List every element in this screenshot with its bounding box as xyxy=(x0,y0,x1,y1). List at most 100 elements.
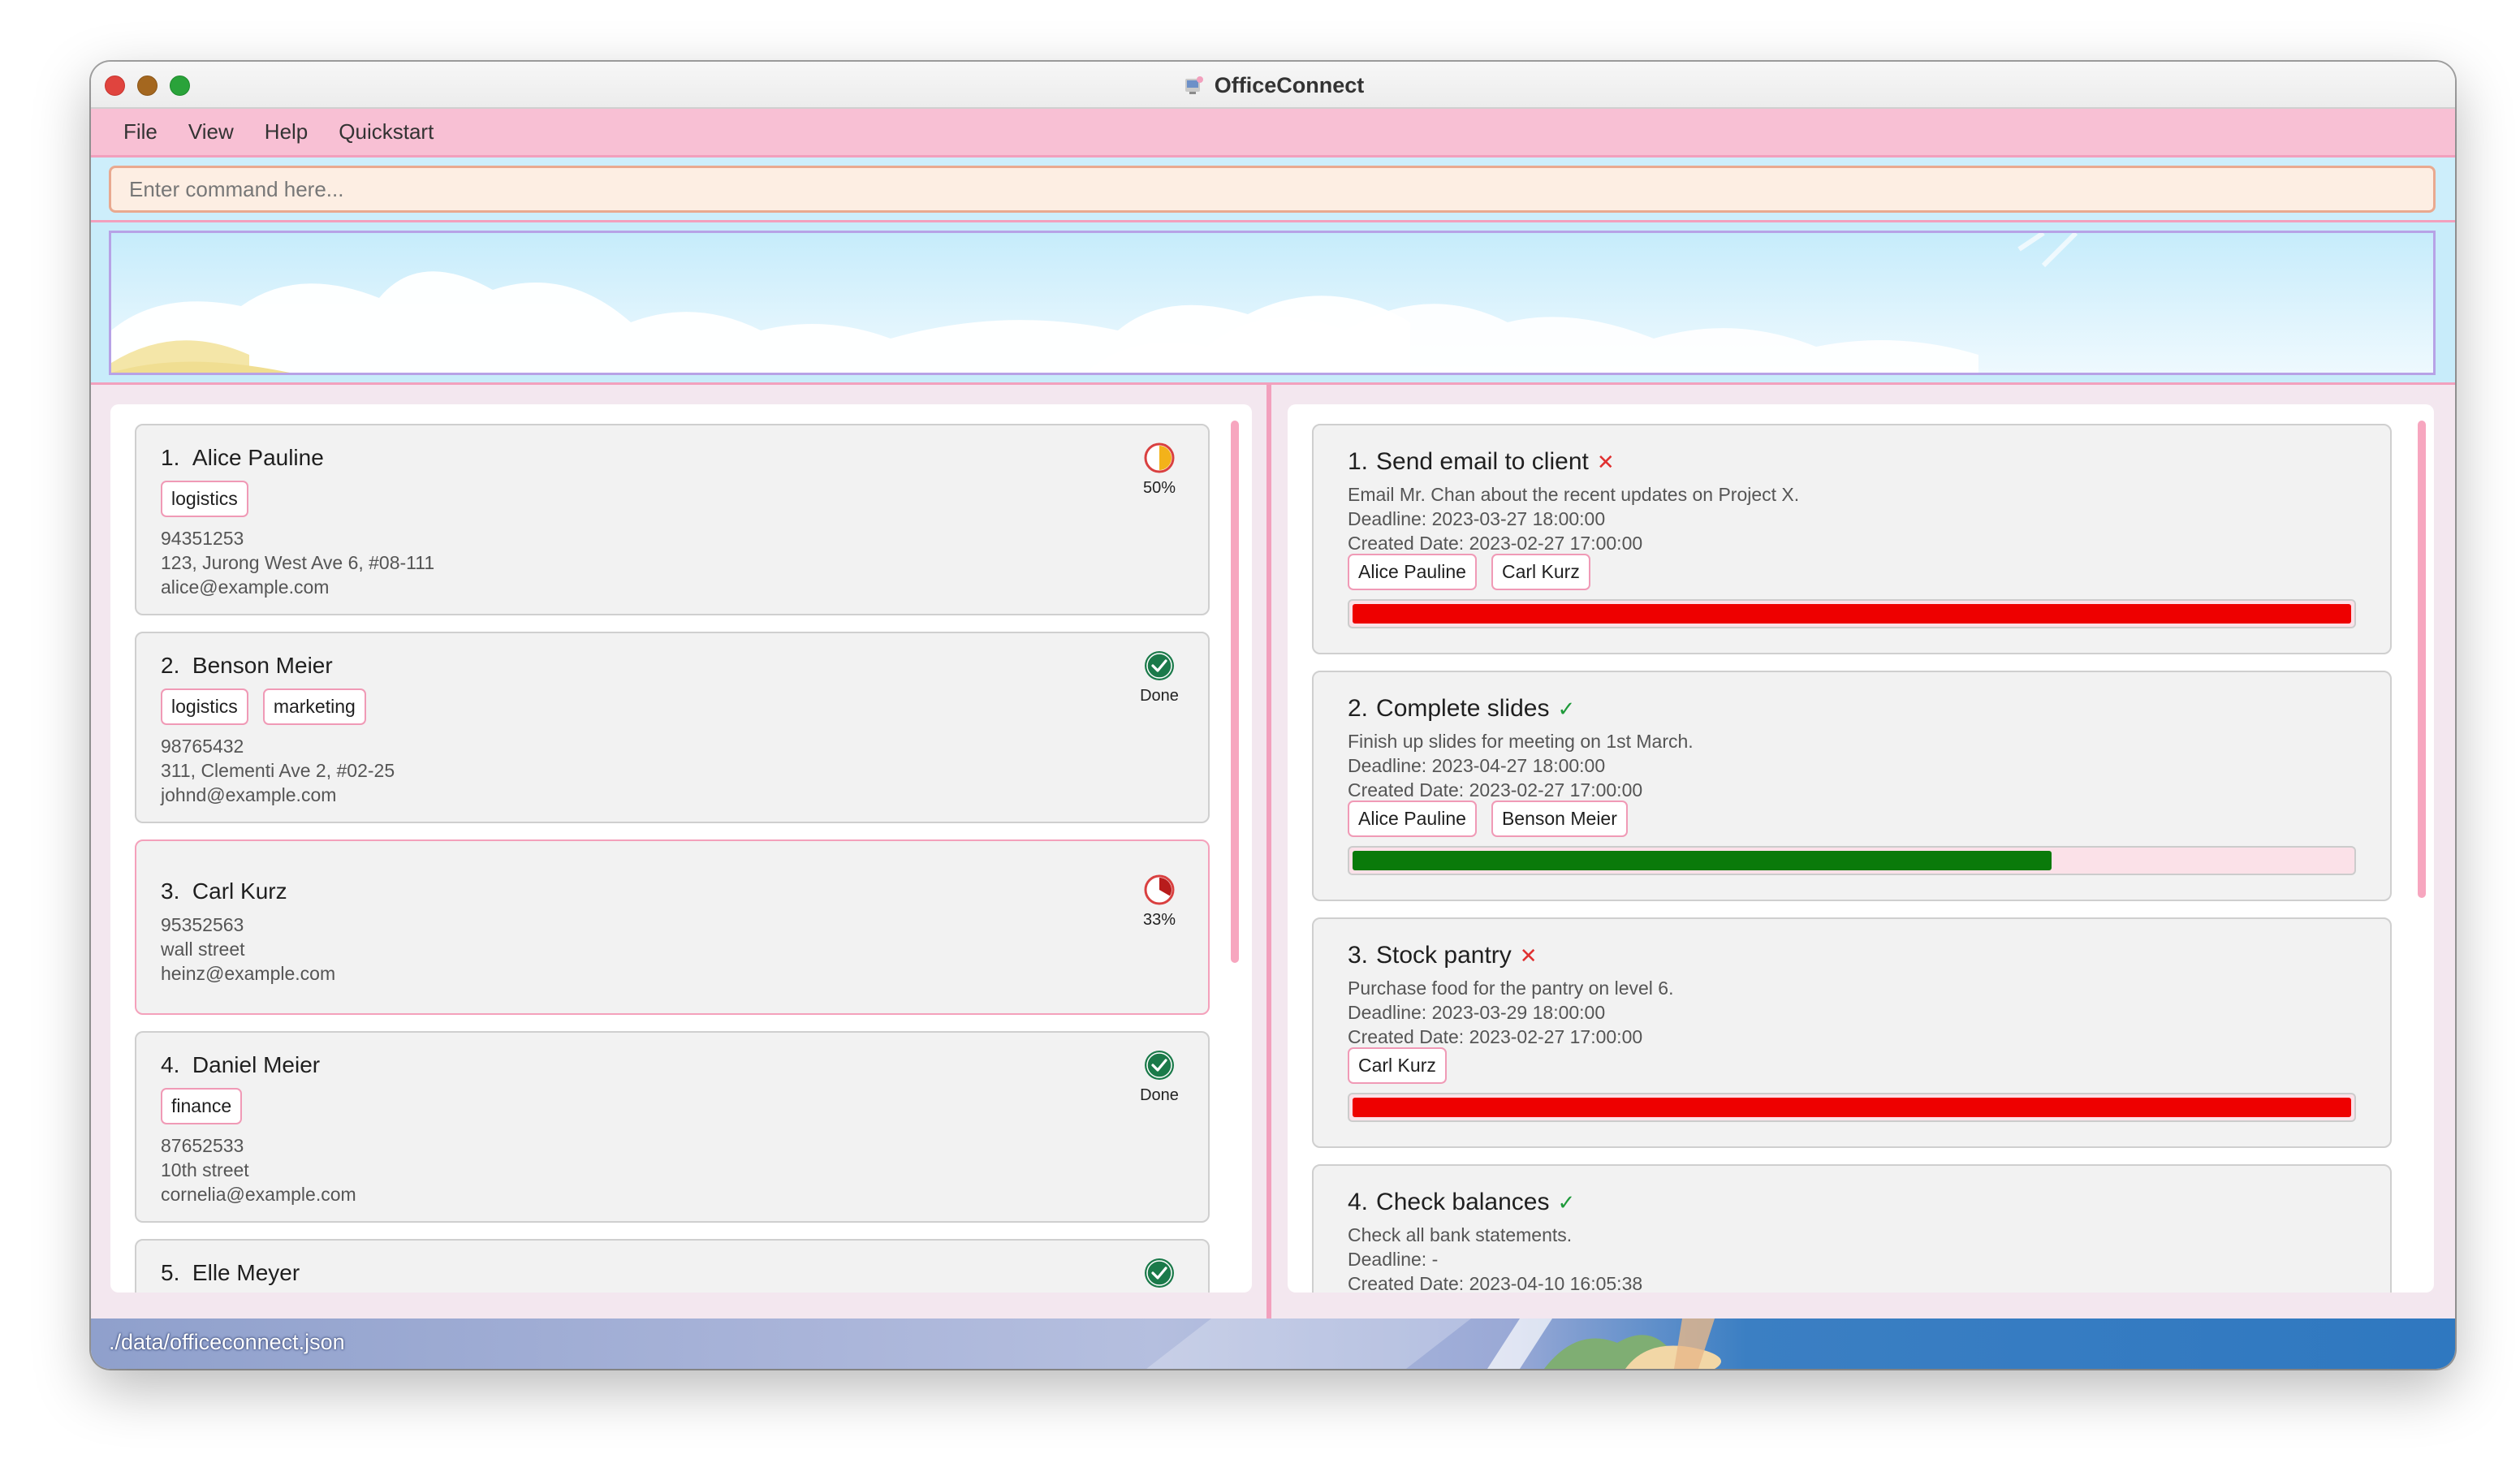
person-status-text: 50% xyxy=(1142,479,1176,497)
status-bar: ./data/officeconnect.json xyxy=(91,1318,2455,1369)
task-title: Send email to client xyxy=(1376,448,1589,475)
tag: marketing xyxy=(262,688,366,725)
person-status: 50% xyxy=(1135,442,1184,498)
task-index: 1. xyxy=(1348,448,1369,475)
tag: finance xyxy=(161,1088,243,1124)
task-progress-bar xyxy=(1348,1093,2356,1122)
menu-help[interactable]: Help xyxy=(261,114,311,149)
task-list-scrollbar[interactable] xyxy=(2418,421,2426,898)
task-created-date: Created Date: 2023-02-27 17:00:00 xyxy=(1348,1026,1643,1047)
command-input[interactable] xyxy=(109,166,2436,213)
person-card[interactable]: 5. Elle Meyer xyxy=(135,1239,1210,1293)
tag: logistics xyxy=(161,481,248,517)
person-email: heinz@example.com xyxy=(161,963,336,984)
tag: logistics xyxy=(161,688,248,725)
assignee-tag: Alice Pauline xyxy=(1348,801,1477,837)
status-bar-artwork xyxy=(1146,1318,1721,1369)
person-email: cornelia@example.com xyxy=(161,1184,356,1205)
task-card[interactable]: 2. Complete slides ✓ Finish up slides fo… xyxy=(1312,671,2392,901)
incomplete-cross-icon: ✕ xyxy=(1519,943,1538,968)
task-list-panel[interactable]: 1. Send email to client ✕ Email Mr. Chan… xyxy=(1288,404,2434,1293)
task-deadline: Deadline: 2023-04-27 18:00:00 xyxy=(1348,755,1606,776)
window-title: OfficeConnect xyxy=(1214,72,1365,97)
task-description: Purchase food for the pantry on level 6. xyxy=(1348,978,1674,999)
person-card[interactable]: 2. Benson Meier logistics marketing 9876… xyxy=(135,632,1210,823)
result-display xyxy=(109,231,2436,375)
menu-view[interactable]: View xyxy=(185,114,237,149)
incomplete-cross-icon: ✕ xyxy=(1596,450,1615,474)
task-created-date: Created Date: 2023-04-10 16:05:38 xyxy=(1348,1273,1643,1293)
task-created-date: Created Date: 2023-02-27 17:00:00 xyxy=(1348,533,1643,554)
person-status: Done xyxy=(1135,650,1184,706)
task-assignees: Alice Pauline Carl Kurz xyxy=(1348,554,1590,590)
person-status xyxy=(1135,1257,1184,1289)
task-deadline: Deadline: 2023-03-27 18:00:00 xyxy=(1348,508,1606,529)
person-address: 10th street xyxy=(161,1159,249,1180)
person-index: 3. xyxy=(161,878,180,904)
task-progress-bar xyxy=(1348,846,2356,875)
task-card[interactable]: 1. Send email to client ✕ Email Mr. Chan… xyxy=(1312,424,2392,654)
pane-divider[interactable] xyxy=(1266,385,1271,1318)
clouds-illustration xyxy=(111,233,2078,373)
person-name: Elle Meyer xyxy=(192,1260,300,1285)
person-tags: logistics marketing xyxy=(161,688,366,725)
task-assignees: Carl Kurz xyxy=(1348,1047,1447,1084)
complete-check-icon: ✓ xyxy=(1557,697,1576,721)
person-status-text: Done xyxy=(1140,687,1179,705)
task-index: 2. xyxy=(1348,695,1369,722)
task-card[interactable]: 3. Stock pantry ✕ Purchase food for the … xyxy=(1312,917,2392,1148)
person-name: Carl Kurz xyxy=(192,878,287,904)
app-window: OfficeConnect File View Help Quickstart … xyxy=(91,62,2455,1369)
assignee-tag: Benson Meier xyxy=(1491,801,1628,837)
task-description: Finish up slides for meeting on 1st Marc… xyxy=(1348,731,1694,752)
person-address: wall street xyxy=(161,939,245,960)
person-card[interactable]: 1. Alice Pauline logistics 94351253 123,… xyxy=(135,424,1210,615)
person-tags: logistics xyxy=(161,481,248,517)
task-progress-bar xyxy=(1348,599,2356,628)
person-status-text: 33% xyxy=(1142,911,1176,929)
half-pie-icon xyxy=(1144,442,1175,473)
person-name: Daniel Meier xyxy=(192,1052,321,1077)
result-area xyxy=(91,222,2455,385)
task-description: Check all bank statements. xyxy=(1348,1224,1573,1245)
command-area xyxy=(91,158,2455,222)
task-title: Check balances xyxy=(1376,1189,1550,1215)
menu-bar: File View Help Quickstart xyxy=(91,109,2455,158)
person-tags: finance xyxy=(161,1088,243,1124)
task-progress-fill xyxy=(1353,1098,2351,1117)
task-card[interactable]: 4. Check balances ✓ Check all bank state… xyxy=(1312,1164,2392,1293)
person-status-text: Done xyxy=(1140,1086,1179,1104)
menu-file[interactable]: File xyxy=(120,114,161,149)
third-pie-icon xyxy=(1144,874,1175,905)
person-email: johnd@example.com xyxy=(161,784,337,805)
person-list-scrollbar[interactable] xyxy=(1231,421,1239,963)
person-status: 33% xyxy=(1135,874,1184,930)
person-index: 2. xyxy=(161,653,180,678)
person-list-panel[interactable]: 1. Alice Pauline logistics 94351253 123,… xyxy=(110,404,1252,1293)
check-circle-icon xyxy=(1145,1051,1174,1080)
person-card[interactable]: 3. Carl Kurz 95352563 wall street heinz@… xyxy=(135,839,1210,1015)
data-file-path: ./data/officeconnect.json xyxy=(109,1330,345,1354)
person-email: alice@example.com xyxy=(161,576,330,598)
task-deadline: Deadline: - xyxy=(1348,1249,1439,1270)
task-progress-fill xyxy=(1353,604,2351,624)
title-bar: OfficeConnect xyxy=(91,62,2455,109)
task-progress-fill xyxy=(1353,851,2052,870)
task-deadline: Deadline: 2023-03-29 18:00:00 xyxy=(1348,1002,1606,1023)
task-index: 3. xyxy=(1348,942,1369,969)
person-address: 123, Jurong West Ave 6, #08-111 xyxy=(161,552,435,573)
person-index: 4. xyxy=(161,1052,180,1077)
menu-quickstart[interactable]: Quickstart xyxy=(335,114,437,149)
app-logo-icon xyxy=(1184,76,1203,94)
person-name: Alice Pauline xyxy=(192,445,324,470)
assignee-tag: Carl Kurz xyxy=(1491,554,1590,590)
task-index: 4. xyxy=(1348,1189,1369,1215)
person-phone: 95352563 xyxy=(161,914,244,935)
task-assignees: Alice Pauline Benson Meier xyxy=(1348,801,1628,837)
complete-check-icon: ✓ xyxy=(1557,1190,1576,1215)
assignee-tag: Carl Kurz xyxy=(1348,1047,1447,1084)
person-card[interactable]: 4. Daniel Meier finance 87652533 10th st… xyxy=(135,1031,1210,1223)
person-phone: 98765432 xyxy=(161,736,244,757)
person-index: 5. xyxy=(161,1260,180,1285)
assignee-tag: Alice Pauline xyxy=(1348,554,1477,590)
